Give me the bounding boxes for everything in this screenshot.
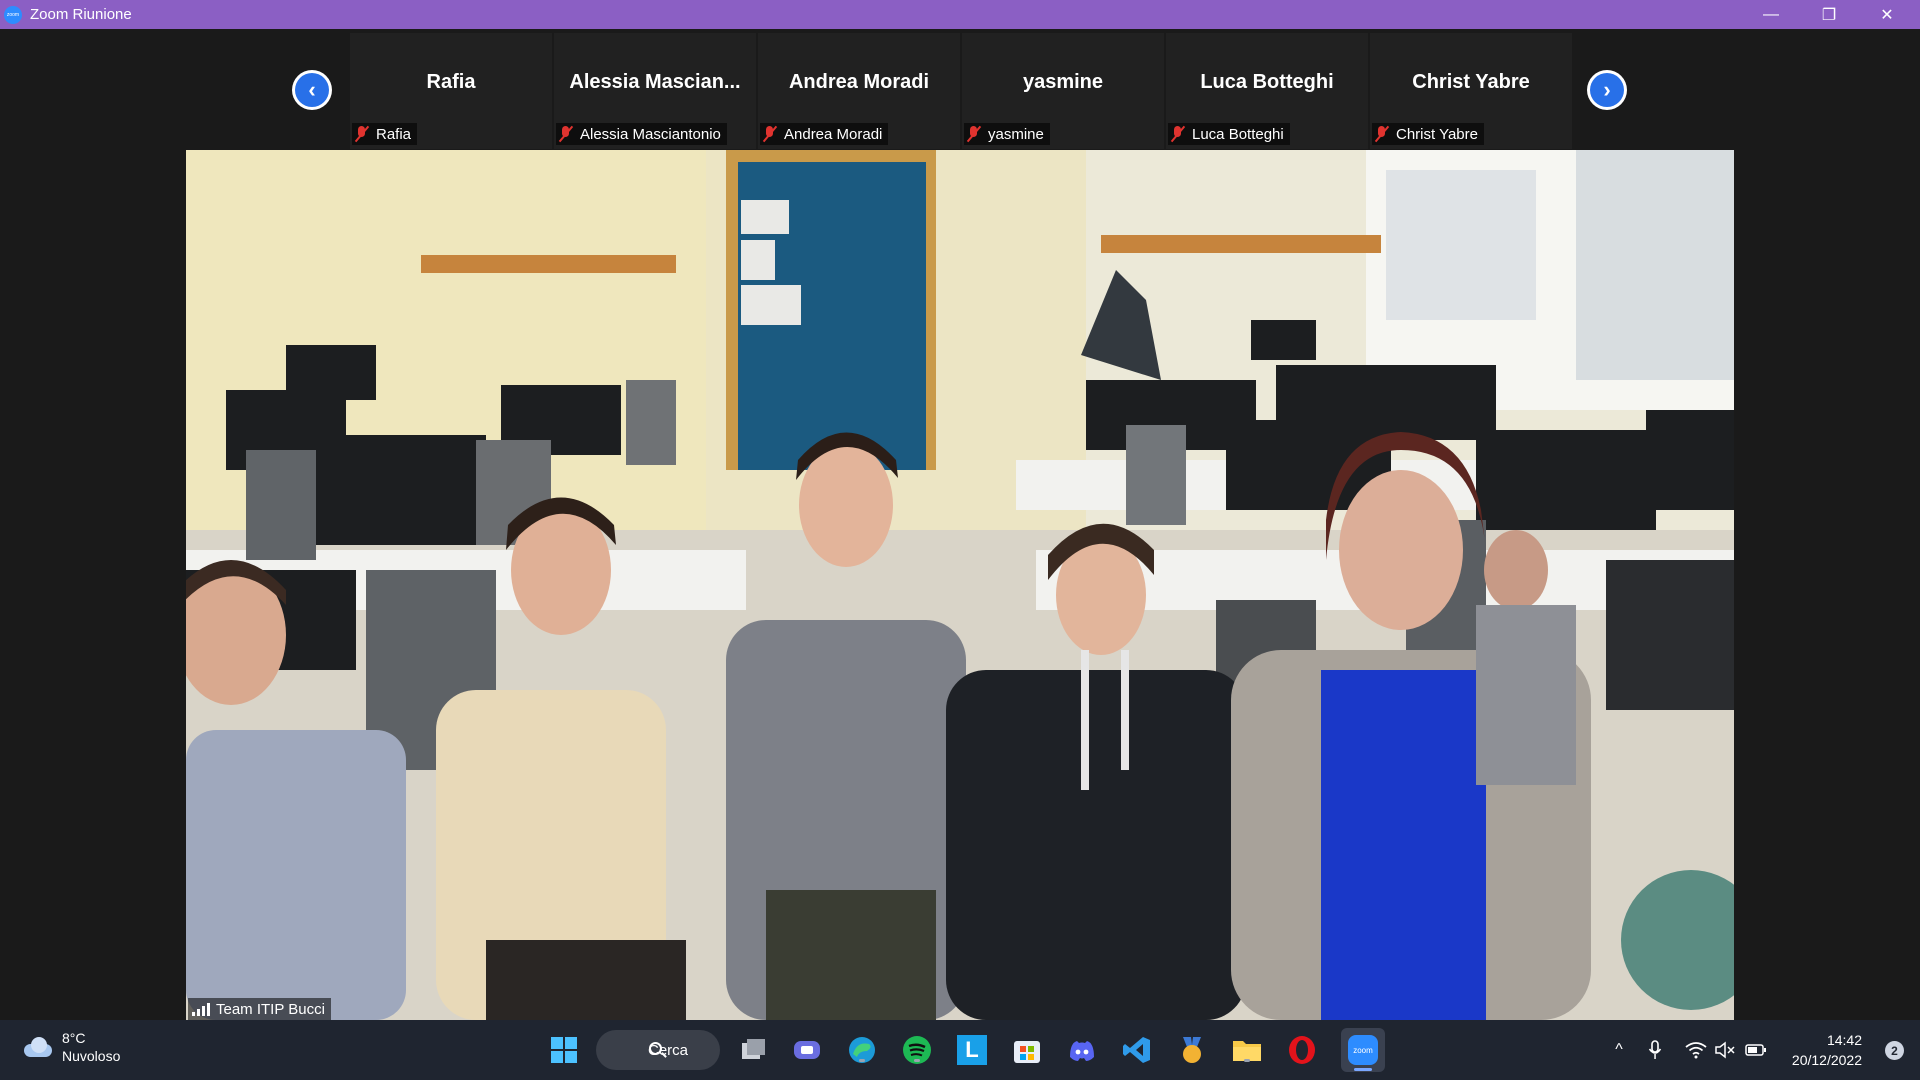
- minimize-button[interactable]: —: [1742, 0, 1800, 29]
- participant-display-name: Luca Botteghi: [1200, 71, 1334, 93]
- window-title: Zoom Riunione: [30, 6, 132, 23]
- zoom-icon: zoom: [1348, 1035, 1378, 1065]
- weather-widget[interactable]: 8°C Nuvoloso: [20, 1029, 120, 1065]
- mic-muted-icon: [762, 125, 778, 143]
- participant-label: Christ Yabre: [1372, 123, 1484, 145]
- participant-label-text: Christ Yabre: [1396, 125, 1478, 143]
- taskbar-clock[interactable]: 14:42 20/12/2022: [1792, 1030, 1862, 1070]
- active-speaker-label: Team ITIP Bucci: [188, 998, 331, 1020]
- l-app-icon: L: [957, 1035, 987, 1065]
- wifi-icon: [1685, 1042, 1707, 1059]
- weather-temperature: 8°C: [62, 1030, 86, 1046]
- medal-app-button[interactable]: [1176, 1034, 1208, 1066]
- discord-button[interactable]: [1066, 1034, 1098, 1066]
- participant-label-text: yasmine: [988, 125, 1044, 143]
- active-speaker-name: Team ITIP Bucci: [216, 1000, 325, 1018]
- mic-muted-icon: [1374, 125, 1390, 143]
- participant-label: Luca Botteghi: [1168, 123, 1290, 145]
- mic-muted-icon: [558, 125, 574, 143]
- spotify-button[interactable]: [901, 1034, 933, 1066]
- participant-label-text: Rafia: [376, 125, 412, 143]
- window-titlebar[interactable]: zoom Zoom Riunione — ❐ ✕: [0, 0, 1920, 29]
- search-icon: [649, 1042, 662, 1055]
- mic-muted-icon: [1170, 125, 1186, 143]
- discord-icon: [1070, 1041, 1094, 1061]
- battery-tray-button[interactable]: [1744, 1020, 1768, 1080]
- classroom-video-frame: [186, 150, 1734, 1020]
- taskbar-search[interactable]: Cerca: [596, 1030, 720, 1070]
- opera-button[interactable]: [1286, 1034, 1318, 1066]
- participant-label: yasmine: [964, 123, 1050, 145]
- vscode-icon: [1123, 1037, 1150, 1063]
- chevron-left-icon: ‹: [295, 73, 329, 107]
- participant-tile[interactable]: Andrea Moradi Andrea Moradi: [758, 33, 960, 149]
- active-indicator: [1354, 1068, 1372, 1071]
- participant-label-text: Andrea Moradi: [784, 125, 883, 143]
- chat-icon: [794, 1041, 820, 1059]
- l-app-button[interactable]: L: [956, 1034, 988, 1066]
- zoom-button[interactable]: zoom: [1341, 1028, 1385, 1072]
- participant-tile[interactable]: Alessia Mascian... Alessia Masciantonio: [554, 33, 756, 149]
- store-icon: [1014, 1041, 1040, 1063]
- medal-icon: [1183, 1037, 1201, 1063]
- participant-tile[interactable]: Luca Botteghi Luca Botteghi: [1166, 33, 1368, 149]
- windows-taskbar: 8°C Nuvoloso Cerca L zoom ^ 14:42 20/12/…: [0, 1020, 1920, 1080]
- participant-display-name: Andrea Moradi: [788, 71, 930, 93]
- running-indicator: [914, 1059, 920, 1062]
- participant-display-name: yasmine: [1022, 71, 1104, 93]
- notification-badge[interactable]: 2: [1885, 1041, 1904, 1060]
- battery-icon: [1745, 1044, 1766, 1056]
- microphone-icon: [1648, 1040, 1662, 1059]
- volume-tray-button[interactable]: [1714, 1020, 1736, 1080]
- task-view-icon: [742, 1039, 765, 1059]
- participant-tile[interactable]: Rafia Rafia: [350, 33, 552, 149]
- signal-bars-icon: [192, 1002, 210, 1016]
- next-participants-button[interactable]: ›: [1587, 70, 1627, 110]
- task-view-button[interactable]: [737, 1034, 769, 1066]
- participant-label-text: Luca Botteghi: [1192, 125, 1284, 143]
- participant-display-name: Christ Yabre: [1412, 71, 1530, 93]
- clock-date: 20/12/2022: [1791, 1052, 1862, 1068]
- participant-label-text: Alessia Masciantonio: [580, 125, 721, 143]
- mic-muted-icon: [966, 125, 982, 143]
- close-button[interactable]: ✕: [1858, 0, 1916, 29]
- windows-icon: [551, 1037, 577, 1063]
- meeting-area: ‹ Rafia Rafia Alessia Mascian... Alessia…: [0, 29, 1920, 1020]
- participant-label: Alessia Masciantonio: [556, 123, 727, 145]
- chevron-right-icon: ›: [1590, 73, 1624, 107]
- running-indicator: [1244, 1059, 1250, 1062]
- cloud-icon: [20, 1036, 54, 1058]
- zoom-app-icon: zoom: [4, 5, 22, 24]
- running-indicator: [859, 1059, 865, 1062]
- active-speaker-video[interactable]: Team ITIP Bucci: [186, 150, 1734, 1020]
- microphone-tray-button[interactable]: [1644, 1020, 1666, 1080]
- participant-tile[interactable]: Christ Yabre Christ Yabre: [1370, 33, 1572, 149]
- store-button[interactable]: [1011, 1034, 1043, 1066]
- volume-muted-icon: [1715, 1041, 1735, 1059]
- edge-button[interactable]: [846, 1034, 878, 1066]
- tray-overflow-button[interactable]: ^: [1610, 1020, 1628, 1080]
- restore-button[interactable]: ❐: [1800, 0, 1858, 29]
- chat-button[interactable]: [791, 1034, 823, 1066]
- vscode-button[interactable]: [1121, 1034, 1153, 1066]
- participant-tile[interactable]: yasmine yasmine: [962, 33, 1164, 149]
- participant-display-name: Alessia Mascian...: [569, 71, 741, 93]
- clock-time: 14:42: [1826, 1032, 1862, 1048]
- mic-muted-icon: [354, 125, 370, 143]
- windows-start-button[interactable]: [548, 1034, 580, 1066]
- file-explorer-button[interactable]: [1231, 1034, 1263, 1066]
- chevron-up-icon: ^: [1615, 1041, 1623, 1058]
- participant-label: Rafia: [352, 123, 418, 145]
- participant-label: Andrea Moradi: [760, 123, 889, 145]
- opera-icon: [1289, 1036, 1315, 1064]
- weather-condition: Nuvoloso: [62, 1048, 121, 1064]
- prev-participants-button[interactable]: ‹: [292, 70, 332, 110]
- wifi-tray-button[interactable]: [1684, 1020, 1708, 1080]
- participant-display-name: Rafia: [426, 71, 476, 93]
